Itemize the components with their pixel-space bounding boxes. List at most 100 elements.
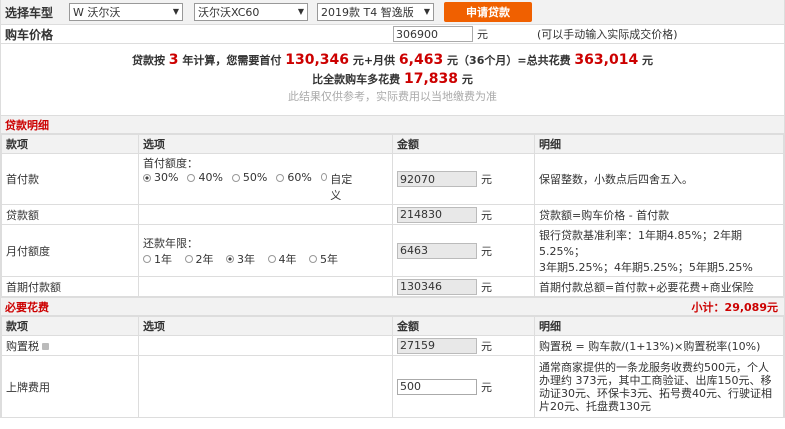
radio-1y[interactable]: 1年 [143, 251, 172, 267]
summary-years: 3 [168, 52, 179, 68]
radio-50[interactable]: 50% [231, 171, 267, 184]
radio-icon [184, 254, 193, 263]
purchase-tax-amount: 27159 [397, 337, 477, 354]
summary-text: 元（36个月）=总共花费 [447, 54, 571, 67]
required-subtotal: 小计：29,089元 [691, 300, 778, 314]
loan-amount-value: 214830 [397, 206, 477, 223]
radio-30[interactable]: 30% [143, 171, 178, 184]
car-selector-row: 选择车型 W 沃尔沃 ▼ 沃尔沃XC60 ▼ 2019款 T4 智逸版 ▼ 申请… [1, 0, 784, 25]
radio-3y[interactable]: 3年 [226, 251, 255, 267]
radio-icon [309, 254, 317, 263]
radio-icon [267, 254, 276, 263]
brand-select[interactable]: W 沃尔沃 ▼ [69, 3, 183, 21]
summary-line-2: 比全款购车多花费 17,838 元 [1, 70, 784, 88]
radio-2y[interactable]: 2年 [184, 251, 214, 267]
unit-label: 元 [481, 339, 492, 353]
radio-label: 2年 [195, 252, 214, 266]
required-costs-header: 必要花费 小计：29,089元 [1, 297, 784, 316]
car-price-row: 购车价格 306900 元 (可以手动输入实际成交价格) [1, 25, 784, 44]
loan-details-header: 贷款明细 [1, 115, 784, 134]
detail-line: 3年期5.25%；4年期5.25%；5年期5.25% [539, 260, 753, 274]
trim-select[interactable]: 2019款 T4 智逸版 ▼ [317, 3, 434, 21]
summary-text: 元+月供 [352, 54, 396, 67]
radio-icon [143, 173, 151, 182]
unit-label: 元 [481, 380, 492, 394]
row-name: 购置税 [1, 335, 139, 356]
loan-calculator: 选择车型 W 沃尔沃 ▼ 沃尔沃XC60 ▼ 2019款 T4 智逸版 ▼ 申请… [0, 0, 785, 418]
row-name: 月付额度 [1, 224, 139, 277]
selector-label: 选择车型 [5, 5, 54, 20]
car-price-hint: (可以手动输入实际成交价格) [537, 28, 678, 41]
table-header-row: 款项 选项 金额 明细 [1, 316, 784, 336]
trim-select-value: 2019款 T4 智逸版 [321, 6, 414, 19]
unit-label: 元 [481, 173, 492, 186]
table-row: 首付款 首付额度： 30% 40% 50% 60% 自定义 92070 元 保留整… [1, 153, 784, 205]
repayment-term-options: 还款年限： 1年 2年 3年 4年 5年 [138, 224, 393, 277]
table-row: 贷款额 214830 元 贷款额=购车价格 - 首付款 [1, 204, 784, 225]
column-header: 款项 [1, 134, 139, 154]
empty-cell [138, 355, 393, 418]
radio-icon [143, 254, 151, 263]
radio-5y[interactable]: 5年 [309, 251, 338, 267]
empty-cell [138, 335, 393, 356]
empty-cell [138, 204, 393, 225]
table-row: 月付额度 还款年限： 1年 2年 3年 4年 5年 6463 元 银行贷款基准利率… [1, 224, 784, 277]
car-price-label: 购车价格 [5, 27, 54, 42]
table-header-row: 款项 选项 金额 明细 [1, 134, 784, 154]
row-name: 上牌费用 [1, 355, 139, 418]
radio-60[interactable]: 60% [276, 171, 312, 184]
summary-text: 贷款按 [131, 54, 165, 67]
summary-text: 元 [642, 54, 654, 67]
column-header: 款项 [1, 316, 139, 336]
radio-label: 3年 [237, 252, 255, 266]
radio-icon [226, 254, 234, 263]
summary-total-cost: 363,014 [574, 52, 639, 68]
radio-icon [320, 173, 328, 181]
loan-details-table: 款项 选项 金额 明细 首付款 首付额度： 30% 40% 50% 60% 自定… [1, 134, 784, 297]
monthly-payment-amount: 6463 [397, 242, 477, 259]
row-detail: 保留整数，小数点后四舍五入。 [534, 153, 784, 205]
option-label: 还款年限： [143, 236, 198, 250]
radio-icon [276, 173, 285, 182]
model-select-value: 沃尔沃XC60 [198, 6, 260, 19]
model-select[interactable]: 沃尔沃XC60 ▼ [194, 3, 308, 21]
row-detail: 购置税 = 购车款/(1+13%)×购置税率(10%) [534, 335, 784, 356]
down-payment-options: 首付额度： 30% 40% 50% 60% 自定义 [138, 153, 393, 205]
radio-icon [231, 173, 240, 182]
down-payment-amount[interactable]: 92070 [397, 171, 477, 187]
radio-custom[interactable]: 自定义 [320, 171, 355, 203]
row-detail: 通常商家提供的一条龙服务收费约500元，个人办理约 373元，其中工商验证、出库… [534, 355, 784, 418]
radio-label: 40% [198, 171, 223, 184]
summary-note: 此结果仅供参考，实际费用以当地缴费为准 [288, 90, 497, 103]
empty-cell [138, 276, 393, 297]
section-title: 贷款明细 [5, 118, 49, 132]
column-header: 选项 [138, 134, 393, 154]
car-price-input[interactable]: 306900 [393, 26, 473, 42]
brand-select-value: W 沃尔沃 [73, 6, 121, 19]
first-payment-amount: 130346 [397, 278, 477, 295]
car-price-unit: 元 [477, 28, 488, 41]
unit-label: 元 [481, 244, 492, 258]
radio-40[interactable]: 40% [187, 171, 223, 184]
column-header: 选项 [138, 316, 393, 336]
row-detail: 银行贷款基准利率：1年期4.85%；2年期5.25%； 3年期5.25%；4年期5… [534, 224, 784, 277]
table-row: 上牌费用 500 元 通常商家提供的一条龙服务收费约500元，个人办理约 373元… [1, 355, 784, 418]
table-row: 购置税 27159 元 购置税 = 购车款/(1+13%)×购置税率(10%) [1, 335, 784, 356]
row-name-text: 购置税 [6, 339, 39, 353]
apply-loan-button[interactable]: 申请贷款 [444, 2, 532, 22]
column-header: 金额 [392, 316, 535, 336]
chevron-down-icon: ▼ [423, 7, 430, 16]
help-icon[interactable] [42, 343, 49, 350]
row-name: 首付款 [1, 153, 139, 205]
radio-label: 30% [154, 171, 179, 184]
radio-label: 60% [287, 171, 312, 184]
column-header: 明细 [534, 134, 784, 154]
loan-summary: 贷款按 3 年计算，您需要首付 130,346 元+月供 6,463 元（36个… [1, 44, 784, 115]
plate-fee-input[interactable]: 500 [397, 378, 477, 395]
radio-4y[interactable]: 4年 [267, 251, 297, 267]
chevron-down-icon: ▼ [172, 7, 179, 16]
summary-monthly-payment: 6,463 [398, 52, 444, 68]
column-header: 明细 [534, 316, 784, 336]
radio-label: 自定义 [330, 173, 353, 202]
summary-text: 比全款购车多花费 [312, 73, 401, 86]
